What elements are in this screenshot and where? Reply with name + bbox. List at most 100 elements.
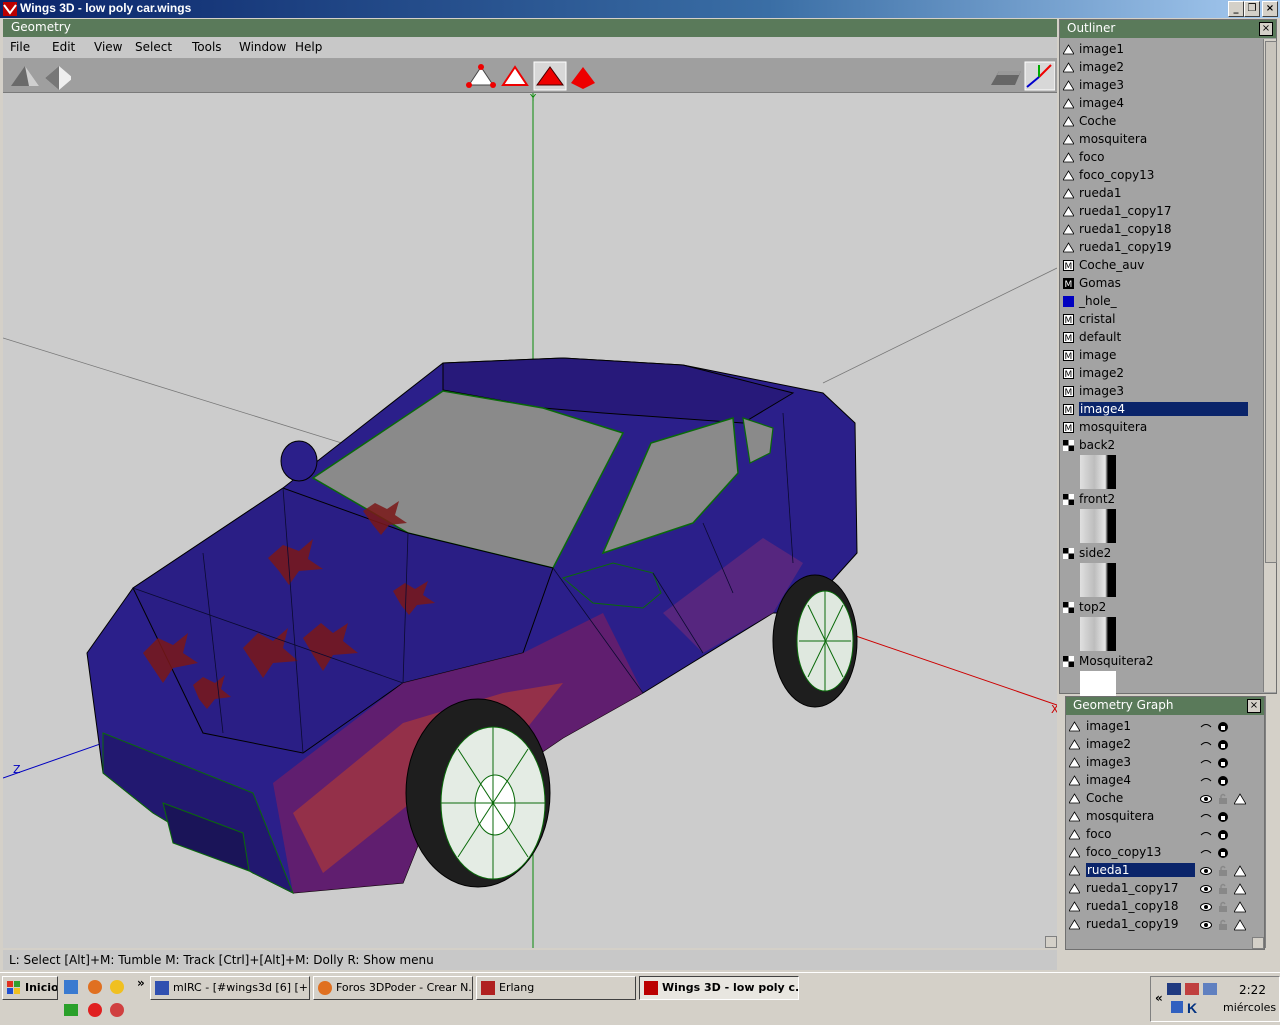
- outliner-header[interactable]: Outliner ×: [1060, 20, 1276, 38]
- image-thumbnail[interactable]: [1080, 455, 1116, 489]
- task-erlang[interactable]: Erlang: [476, 976, 636, 1000]
- wireframe-icon[interactable]: [1234, 919, 1246, 931]
- outliner-image[interactable]: front2: [1060, 491, 1250, 509]
- menu-window[interactable]: Window: [239, 40, 286, 54]
- media-player-icon[interactable]: [110, 980, 124, 994]
- smooth-shaded-view-icon[interactable]: [11, 66, 39, 86]
- menu-select[interactable]: Select: [135, 40, 172, 54]
- app-icon[interactable]: [110, 1003, 124, 1017]
- lock-icon[interactable]: [1217, 811, 1229, 823]
- geometry-graph-item[interactable]: Coche: [1066, 790, 1264, 808]
- eye-icon[interactable]: [1200, 883, 1212, 895]
- geometry-graph-close-button[interactable]: ×: [1247, 699, 1261, 713]
- wireframe-icon[interactable]: [1234, 865, 1246, 877]
- menu-file[interactable]: File: [10, 40, 30, 54]
- clock-time[interactable]: 2:22: [1239, 983, 1266, 997]
- geometry-graph-item[interactable]: mosquitera: [1066, 808, 1264, 826]
- eye-closed-icon[interactable]: [1200, 847, 1212, 859]
- task-wings3d[interactable]: Wings 3D - low poly c...: [639, 976, 799, 1000]
- outliner-close-button[interactable]: ×: [1259, 22, 1273, 36]
- lock-icon[interactable]: [1217, 775, 1229, 787]
- geometry-graph-item[interactable]: image2: [1066, 736, 1264, 754]
- edge-select-icon[interactable]: [501, 65, 529, 86]
- outliner-material[interactable]: M Gomas: [1060, 275, 1250, 293]
- resize-grip[interactable]: [1045, 936, 1057, 948]
- geometry-graph-item[interactable]: rueda1: [1066, 862, 1264, 880]
- outliner-scrollbar[interactable]: [1263, 39, 1277, 692]
- right-scrollbar[interactable]: [1265, 696, 1278, 948]
- groundplane-toggle-icon[interactable]: [991, 71, 1021, 85]
- outliner-material[interactable]: Mmosquitera: [1060, 419, 1250, 437]
- eye-closed-icon[interactable]: [1200, 811, 1212, 823]
- unlocked-icon[interactable]: [1217, 865, 1229, 877]
- close-button[interactable]: ×: [1262, 1, 1278, 17]
- people-icon[interactable]: [1185, 983, 1199, 995]
- geometry-graph-item[interactable]: rueda1_copy17: [1066, 880, 1264, 898]
- tray-app-icon[interactable]: [1171, 1001, 1183, 1013]
- geometry-graph-item[interactable]: foco: [1066, 826, 1264, 844]
- restore-button[interactable]: ❐: [1244, 1, 1260, 17]
- wireframe-icon[interactable]: [1234, 883, 1246, 895]
- unlocked-icon[interactable]: [1217, 793, 1229, 805]
- outliner-object[interactable]: Coche: [1060, 113, 1250, 131]
- image-thumbnail[interactable]: [1080, 617, 1116, 651]
- body-select-icon[interactable]: [571, 67, 595, 89]
- title-bar[interactable]: Wings 3D - low poly car.wings _ ❐ ×: [0, 0, 1280, 18]
- outliner-object[interactable]: rueda1_copy19: [1060, 239, 1250, 257]
- minimize-button[interactable]: _: [1228, 1, 1244, 17]
- outliner-object[interactable]: rueda1_copy17: [1060, 203, 1250, 221]
- vertex-select-icon[interactable]: [466, 64, 496, 88]
- eye-closed-icon[interactable]: [1200, 757, 1212, 769]
- outliner-material[interactable]: _hole_: [1060, 293, 1250, 311]
- flat-shaded-view-icon[interactable]: [45, 66, 71, 90]
- outliner-object[interactable]: image2: [1060, 59, 1250, 77]
- outliner-object[interactable]: image3: [1060, 77, 1250, 95]
- menu-view[interactable]: View: [94, 40, 122, 54]
- geometry-graph-item[interactable]: image1: [1066, 718, 1264, 736]
- start-button[interactable]: Inicio: [2, 976, 58, 1000]
- messenger-icon[interactable]: [64, 1004, 78, 1016]
- wireframe-icon[interactable]: [1234, 793, 1246, 805]
- outliner-material[interactable]: Mimage3: [1060, 383, 1250, 401]
- outliner-image[interactable]: Mosquitera2: [1060, 653, 1250, 671]
- outliner-material[interactable]: Mdefault: [1060, 329, 1250, 347]
- eye-icon[interactable]: [1200, 919, 1212, 931]
- geometry-graph-item[interactable]: image4: [1066, 772, 1264, 790]
- outliner-material[interactable]: Mimage: [1060, 347, 1250, 365]
- outliner-image[interactable]: top2: [1060, 599, 1250, 617]
- lock-icon[interactable]: [1217, 721, 1229, 733]
- wireframe-icon[interactable]: [1234, 901, 1246, 913]
- outliner-object[interactable]: foco: [1060, 149, 1250, 167]
- eye-icon[interactable]: [1200, 793, 1212, 805]
- geometry-graph-item[interactable]: image3: [1066, 754, 1264, 772]
- outliner-image[interactable]: side2: [1060, 545, 1250, 563]
- geometry-graph-item[interactable]: rueda1_copy18: [1066, 898, 1264, 916]
- unlocked-icon[interactable]: [1217, 901, 1229, 913]
- network-icon[interactable]: [1167, 983, 1181, 995]
- eye-closed-icon[interactable]: [1200, 829, 1212, 841]
- task-firefox[interactable]: Foros 3DPoder - Crear N...: [313, 976, 473, 1000]
- eye-closed-icon[interactable]: [1200, 739, 1212, 751]
- tray-expand-icon[interactable]: «: [1155, 991, 1163, 1005]
- 3d-viewport[interactable]: Y X Z: [3, 93, 1057, 948]
- eye-icon[interactable]: [1200, 901, 1212, 913]
- geometry-graph-item[interactable]: rueda1_copy19: [1066, 916, 1264, 934]
- skype-icon[interactable]: [88, 1003, 102, 1017]
- image-thumbnail[interactable]: [1080, 509, 1116, 543]
- outliner-material[interactable]: M Coche_auv: [1060, 257, 1250, 275]
- eye-closed-icon[interactable]: [1200, 775, 1212, 787]
- geometry-window-header[interactable]: Geometry: [3, 19, 1057, 37]
- firefox-icon[interactable]: [88, 980, 102, 994]
- eye-icon[interactable]: [1200, 865, 1212, 877]
- outliner-object[interactable]: mosquitera: [1060, 131, 1250, 149]
- menu-edit[interactable]: Edit: [52, 40, 75, 54]
- task-mirc[interactable]: mIRC - [#wings3d [6] [+...: [150, 976, 310, 1000]
- resize-grip[interactable]: [1252, 937, 1264, 949]
- outliner-material[interactable]: Mimage4: [1060, 401, 1250, 419]
- unlocked-icon[interactable]: [1217, 919, 1229, 931]
- outliner-object[interactable]: foco_copy13: [1060, 167, 1250, 185]
- menu-tools[interactable]: Tools: [192, 40, 222, 54]
- geometry-graph-header[interactable]: Geometry Graph ×: [1066, 697, 1264, 715]
- quick-launch-more-icon[interactable]: »: [137, 976, 145, 990]
- geometry-graph-item[interactable]: foco_copy13: [1066, 844, 1264, 862]
